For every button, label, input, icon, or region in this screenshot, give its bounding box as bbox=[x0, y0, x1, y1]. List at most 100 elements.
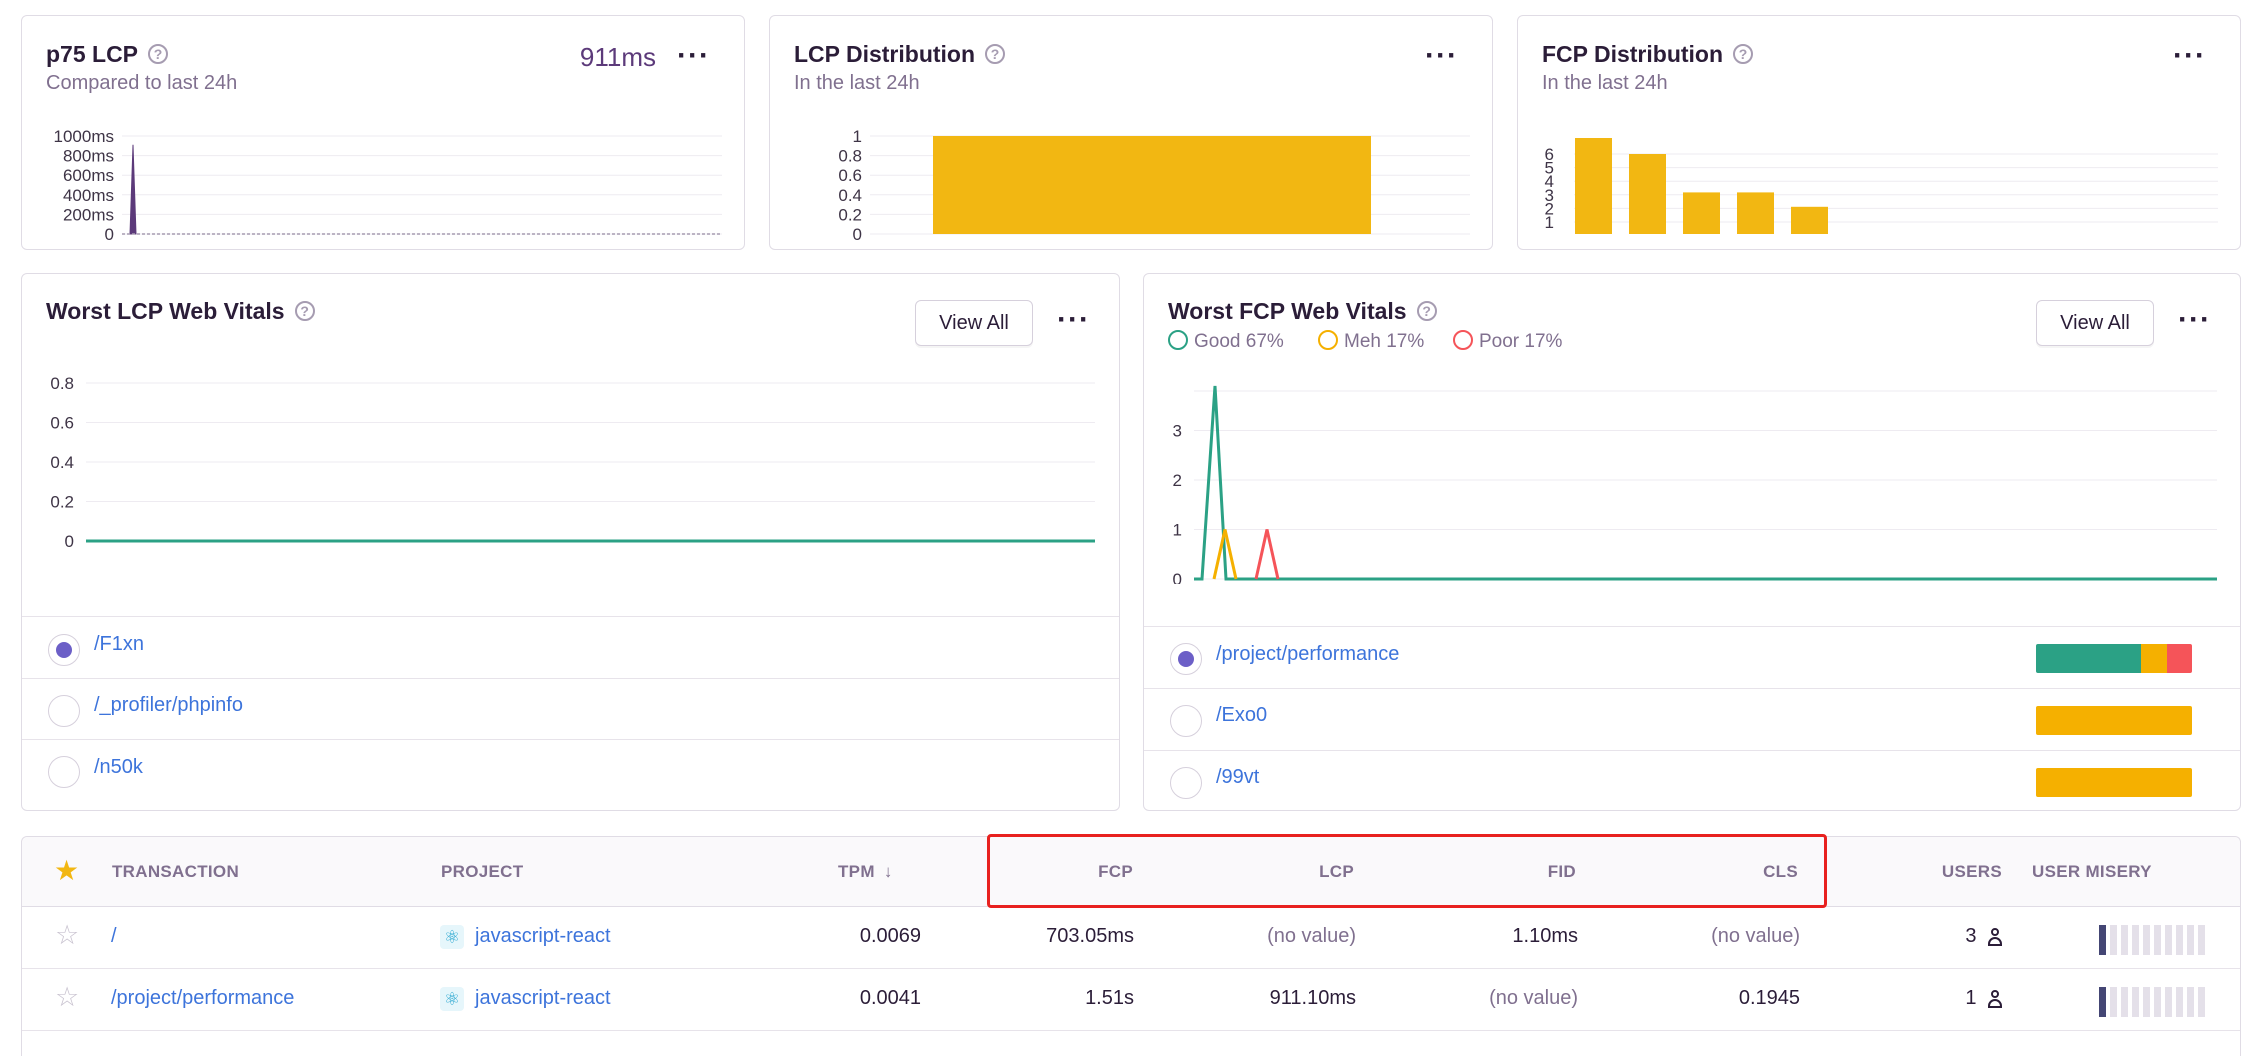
divider bbox=[1144, 626, 2240, 627]
legend-good: Good 67% bbox=[1168, 329, 1284, 353]
vitals-bar-poor bbox=[2167, 644, 2192, 673]
react-icon: ⚛ bbox=[440, 925, 464, 949]
area-series bbox=[129, 144, 137, 235]
legend-meh-label: Meh 17% bbox=[1344, 331, 1425, 352]
project-link[interactable]: javascript-react bbox=[475, 987, 611, 1010]
vitals-bar-meh bbox=[2140, 644, 2168, 673]
lcp-distribution-subtitle: In the last 24h bbox=[794, 72, 920, 94]
lcp-distribution-title: LCP Distribution? bbox=[794, 41, 1006, 68]
ellipsis-menu-icon[interactable]: ··· bbox=[1057, 305, 1090, 335]
fcp-distribution-subtitle: In the last 24h bbox=[1542, 72, 1668, 94]
user-misery-bar bbox=[2099, 925, 2205, 955]
tpm-value: 0.0069 bbox=[859, 925, 921, 947]
y-tick-label: 0 bbox=[853, 225, 862, 244]
bar bbox=[1737, 192, 1774, 234]
divider bbox=[22, 739, 1119, 740]
y-tick-label: 0.8 bbox=[50, 374, 74, 393]
help-icon[interactable]: ? bbox=[294, 300, 315, 321]
star-outline-icon[interactable]: ☆ bbox=[55, 922, 79, 949]
users-value: 3 bbox=[1922, 925, 2002, 948]
star-outline-icon[interactable]: ☆ bbox=[55, 984, 79, 1011]
fcp-value: 703.05ms bbox=[1046, 925, 1134, 947]
radio-button[interactable] bbox=[48, 695, 80, 727]
y-tick-label: 0 bbox=[65, 532, 74, 551]
legend-poor: Poor 17% bbox=[1453, 329, 1563, 353]
help-icon[interactable]: ? bbox=[148, 43, 169, 64]
view-all-button[interactable]: View All bbox=[915, 300, 1033, 346]
bar bbox=[1575, 138, 1612, 234]
p75-lcp-chart: 1000ms800ms600ms400ms200ms0 bbox=[54, 127, 722, 244]
worst-lcp-title: Worst LCP Web Vitals? bbox=[46, 298, 315, 325]
worst-lcp-card: Worst LCP Web Vitals? View All ··· 0.8 0.… bbox=[21, 273, 1120, 811]
header-tpm[interactable]: TPM ↓ bbox=[838, 862, 893, 882]
y-tick-label: 1 bbox=[1545, 213, 1554, 232]
ellipsis-menu-icon[interactable]: ··· bbox=[2178, 305, 2211, 335]
project-link[interactable]: javascript-react bbox=[475, 925, 611, 948]
y-tick-label: 0 bbox=[105, 225, 114, 244]
header-users[interactable]: USERS bbox=[1922, 862, 2002, 882]
ellipsis-menu-icon[interactable]: ··· bbox=[1425, 41, 1458, 71]
lcp-value: 911.10ms bbox=[1269, 987, 1356, 1009]
p75-lcp-subtitle: Compared to last 24h bbox=[46, 72, 238, 94]
tpm-value: 0.0041 bbox=[859, 987, 921, 1009]
worst-fcp-title: Worst FCP Web Vitals? bbox=[1168, 298, 1437, 325]
ellipsis-menu-icon[interactable]: ··· bbox=[2173, 41, 2206, 71]
transaction-link[interactable]: / bbox=[111, 925, 117, 948]
y-tick-label: 0.2 bbox=[50, 493, 74, 512]
divider bbox=[22, 678, 1119, 679]
fcp-value: 1.51s bbox=[1085, 987, 1134, 1009]
radio-button[interactable] bbox=[48, 756, 80, 788]
transaction-link[interactable]: /99vt bbox=[1216, 766, 1259, 789]
user-icon bbox=[1988, 927, 2002, 946]
help-icon[interactable]: ? bbox=[1416, 300, 1437, 321]
users-value: 1 bbox=[1922, 987, 2002, 1010]
y-tick-label: 400ms bbox=[63, 186, 114, 205]
y-tick-label: 0.2 bbox=[838, 205, 862, 224]
p75-lcp-title-text: p75 LCP bbox=[46, 41, 139, 67]
header-project[interactable]: PROJECT bbox=[441, 862, 523, 882]
transaction-link[interactable]: /F1xn bbox=[94, 633, 144, 656]
vitals-bar bbox=[2036, 706, 2192, 735]
view-all-button[interactable]: View All bbox=[2036, 300, 2154, 346]
line-series-good bbox=[1194, 385, 2217, 581]
cls-value: (no value) bbox=[1711, 925, 1800, 947]
legend-meh: Meh 17% bbox=[1318, 329, 1425, 353]
legend-poor-label: Poor 17% bbox=[1479, 331, 1563, 352]
y-tick-label: 1 bbox=[1173, 521, 1182, 540]
transaction-link[interactable]: /project/performance bbox=[1216, 643, 1399, 666]
fcp-distribution-title-text: FCP Distribution bbox=[1542, 41, 1724, 67]
legend-good-label: Good 67% bbox=[1194, 331, 1284, 352]
transaction-link[interactable]: /Exo0 bbox=[1216, 704, 1267, 727]
help-icon[interactable]: ? bbox=[985, 43, 1006, 64]
y-tick-label: 0.6 bbox=[838, 166, 862, 185]
vitals-bar bbox=[2036, 644, 2192, 673]
transaction-link[interactable]: /project/performance bbox=[111, 987, 294, 1010]
y-tick-label: 0.4 bbox=[838, 186, 862, 205]
header-user-misery[interactable]: USER MISERY bbox=[2032, 862, 2152, 882]
help-icon[interactable]: ? bbox=[1733, 43, 1754, 64]
radio-button[interactable] bbox=[1170, 643, 1202, 675]
user-icon bbox=[1988, 989, 2002, 1008]
radio-button[interactable] bbox=[48, 634, 80, 666]
p75-lcp-value: 911ms bbox=[579, 42, 656, 72]
neutral-face-icon bbox=[1318, 329, 1338, 350]
worst-fcp-card: Worst FCP Web Vitals? Good 67% Meh 17% P… bbox=[1143, 273, 2241, 811]
ellipsis-menu-icon[interactable]: ··· bbox=[677, 41, 710, 71]
worst-lcp-title-text: Worst LCP Web Vitals bbox=[46, 298, 285, 324]
lcp-distribution-title-text: LCP Distribution bbox=[794, 41, 976, 67]
radio-button[interactable] bbox=[1170, 705, 1202, 737]
star-filled-icon[interactable]: ★ bbox=[54, 857, 79, 885]
fid-value: 1.10ms bbox=[1512, 925, 1578, 947]
y-tick-label: 3 bbox=[1173, 422, 1182, 441]
cls-value: 0.1945 bbox=[1738, 987, 1800, 1009]
arrow-down-icon: ↓ bbox=[883, 862, 893, 881]
vitals-bar bbox=[2036, 768, 2192, 797]
p75-lcp-title: p75 LCP? bbox=[46, 41, 169, 68]
header-transaction[interactable]: TRANSACTION bbox=[112, 862, 239, 882]
fcp-distribution-title: FCP Distribution? bbox=[1542, 41, 1754, 68]
transaction-link[interactable]: /n50k bbox=[94, 756, 143, 779]
radio-button[interactable] bbox=[1170, 767, 1202, 799]
divider bbox=[1144, 688, 2240, 689]
y-tick-label: 2 bbox=[1173, 471, 1182, 490]
transaction-link[interactable]: /_profiler/phpinfo bbox=[94, 694, 243, 717]
